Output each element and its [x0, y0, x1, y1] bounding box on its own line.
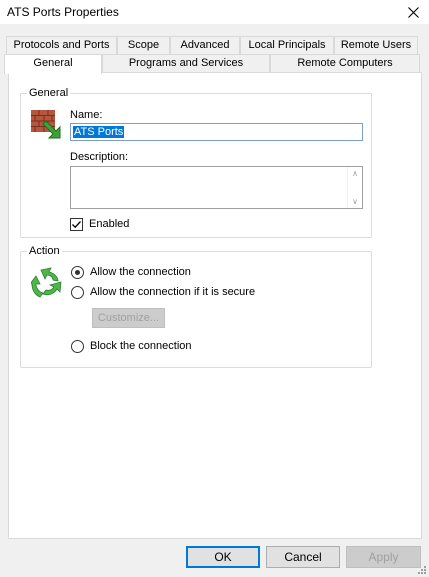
- customize-button[interactable]: Customize...: [92, 308, 165, 328]
- tab-scope[interactable]: Scope: [117, 36, 170, 55]
- title-bar: ATS Ports Properties: [0, 0, 429, 24]
- block-connection-label: Block the connection: [90, 340, 192, 352]
- general-legend: General: [27, 87, 71, 99]
- firewall-rule-icon: [31, 110, 61, 139]
- tab-row-2: General Programs and Services Remote Com…: [4, 54, 424, 74]
- radio-block-connection[interactable]: [71, 340, 84, 353]
- name-input[interactable]: ATS Ports: [70, 123, 363, 141]
- description-label: Description:: [70, 151, 129, 163]
- tab-remote-computers[interactable]: Remote Computers: [270, 54, 420, 73]
- tab-general[interactable]: General: [4, 54, 102, 74]
- refresh-arrows-icon: [31, 267, 62, 298]
- tab-programs-and-services[interactable]: Programs and Services: [102, 54, 270, 73]
- radio-allow-if-secure[interactable]: [71, 286, 84, 299]
- tab-protocols-and-ports[interactable]: Protocols and Ports: [6, 36, 117, 55]
- action-group: Action Allow the connection Allow the co…: [20, 245, 372, 368]
- ok-button[interactable]: OK: [186, 546, 260, 568]
- tab-row-1: Protocols and Ports Scope Advanced Local…: [4, 36, 424, 55]
- radio-allow-connection[interactable]: [71, 266, 84, 279]
- apply-button[interactable]: Apply: [346, 546, 421, 568]
- enabled-label: Enabled: [89, 218, 130, 230]
- tab-panel-general: General Name: ATS Ports Description: ∧ ∨…: [8, 72, 422, 539]
- general-group: General Name: ATS Ports Description: ∧ ∨…: [20, 87, 372, 238]
- resize-grip-icon[interactable]: [415, 563, 427, 575]
- window-title: ATS Ports Properties: [7, 5, 119, 19]
- action-legend: Action: [27, 245, 62, 257]
- scroll-down-icon[interactable]: ∨: [348, 197, 362, 206]
- description-scrollbar[interactable]: ∧ ∨: [347, 167, 362, 208]
- name-value: ATS Ports: [73, 126, 125, 138]
- tab-advanced[interactable]: Advanced: [170, 36, 240, 55]
- allow-if-secure-label: Allow the connection if it is secure: [90, 286, 256, 298]
- close-button[interactable]: [398, 0, 429, 24]
- name-label: Name:: [70, 109, 103, 121]
- tab-remote-users[interactable]: Remote Users: [334, 36, 418, 55]
- tab-local-principals[interactable]: Local Principals: [240, 36, 334, 55]
- enabled-checkbox[interactable]: [70, 218, 83, 231]
- cancel-button[interactable]: Cancel: [266, 546, 340, 568]
- close-icon: [408, 6, 419, 18]
- allow-connection-label: Allow the connection: [90, 266, 191, 278]
- scroll-up-icon[interactable]: ∧: [348, 169, 362, 178]
- description-input[interactable]: ∧ ∨: [70, 166, 363, 209]
- checkmark-icon: [72, 221, 81, 229]
